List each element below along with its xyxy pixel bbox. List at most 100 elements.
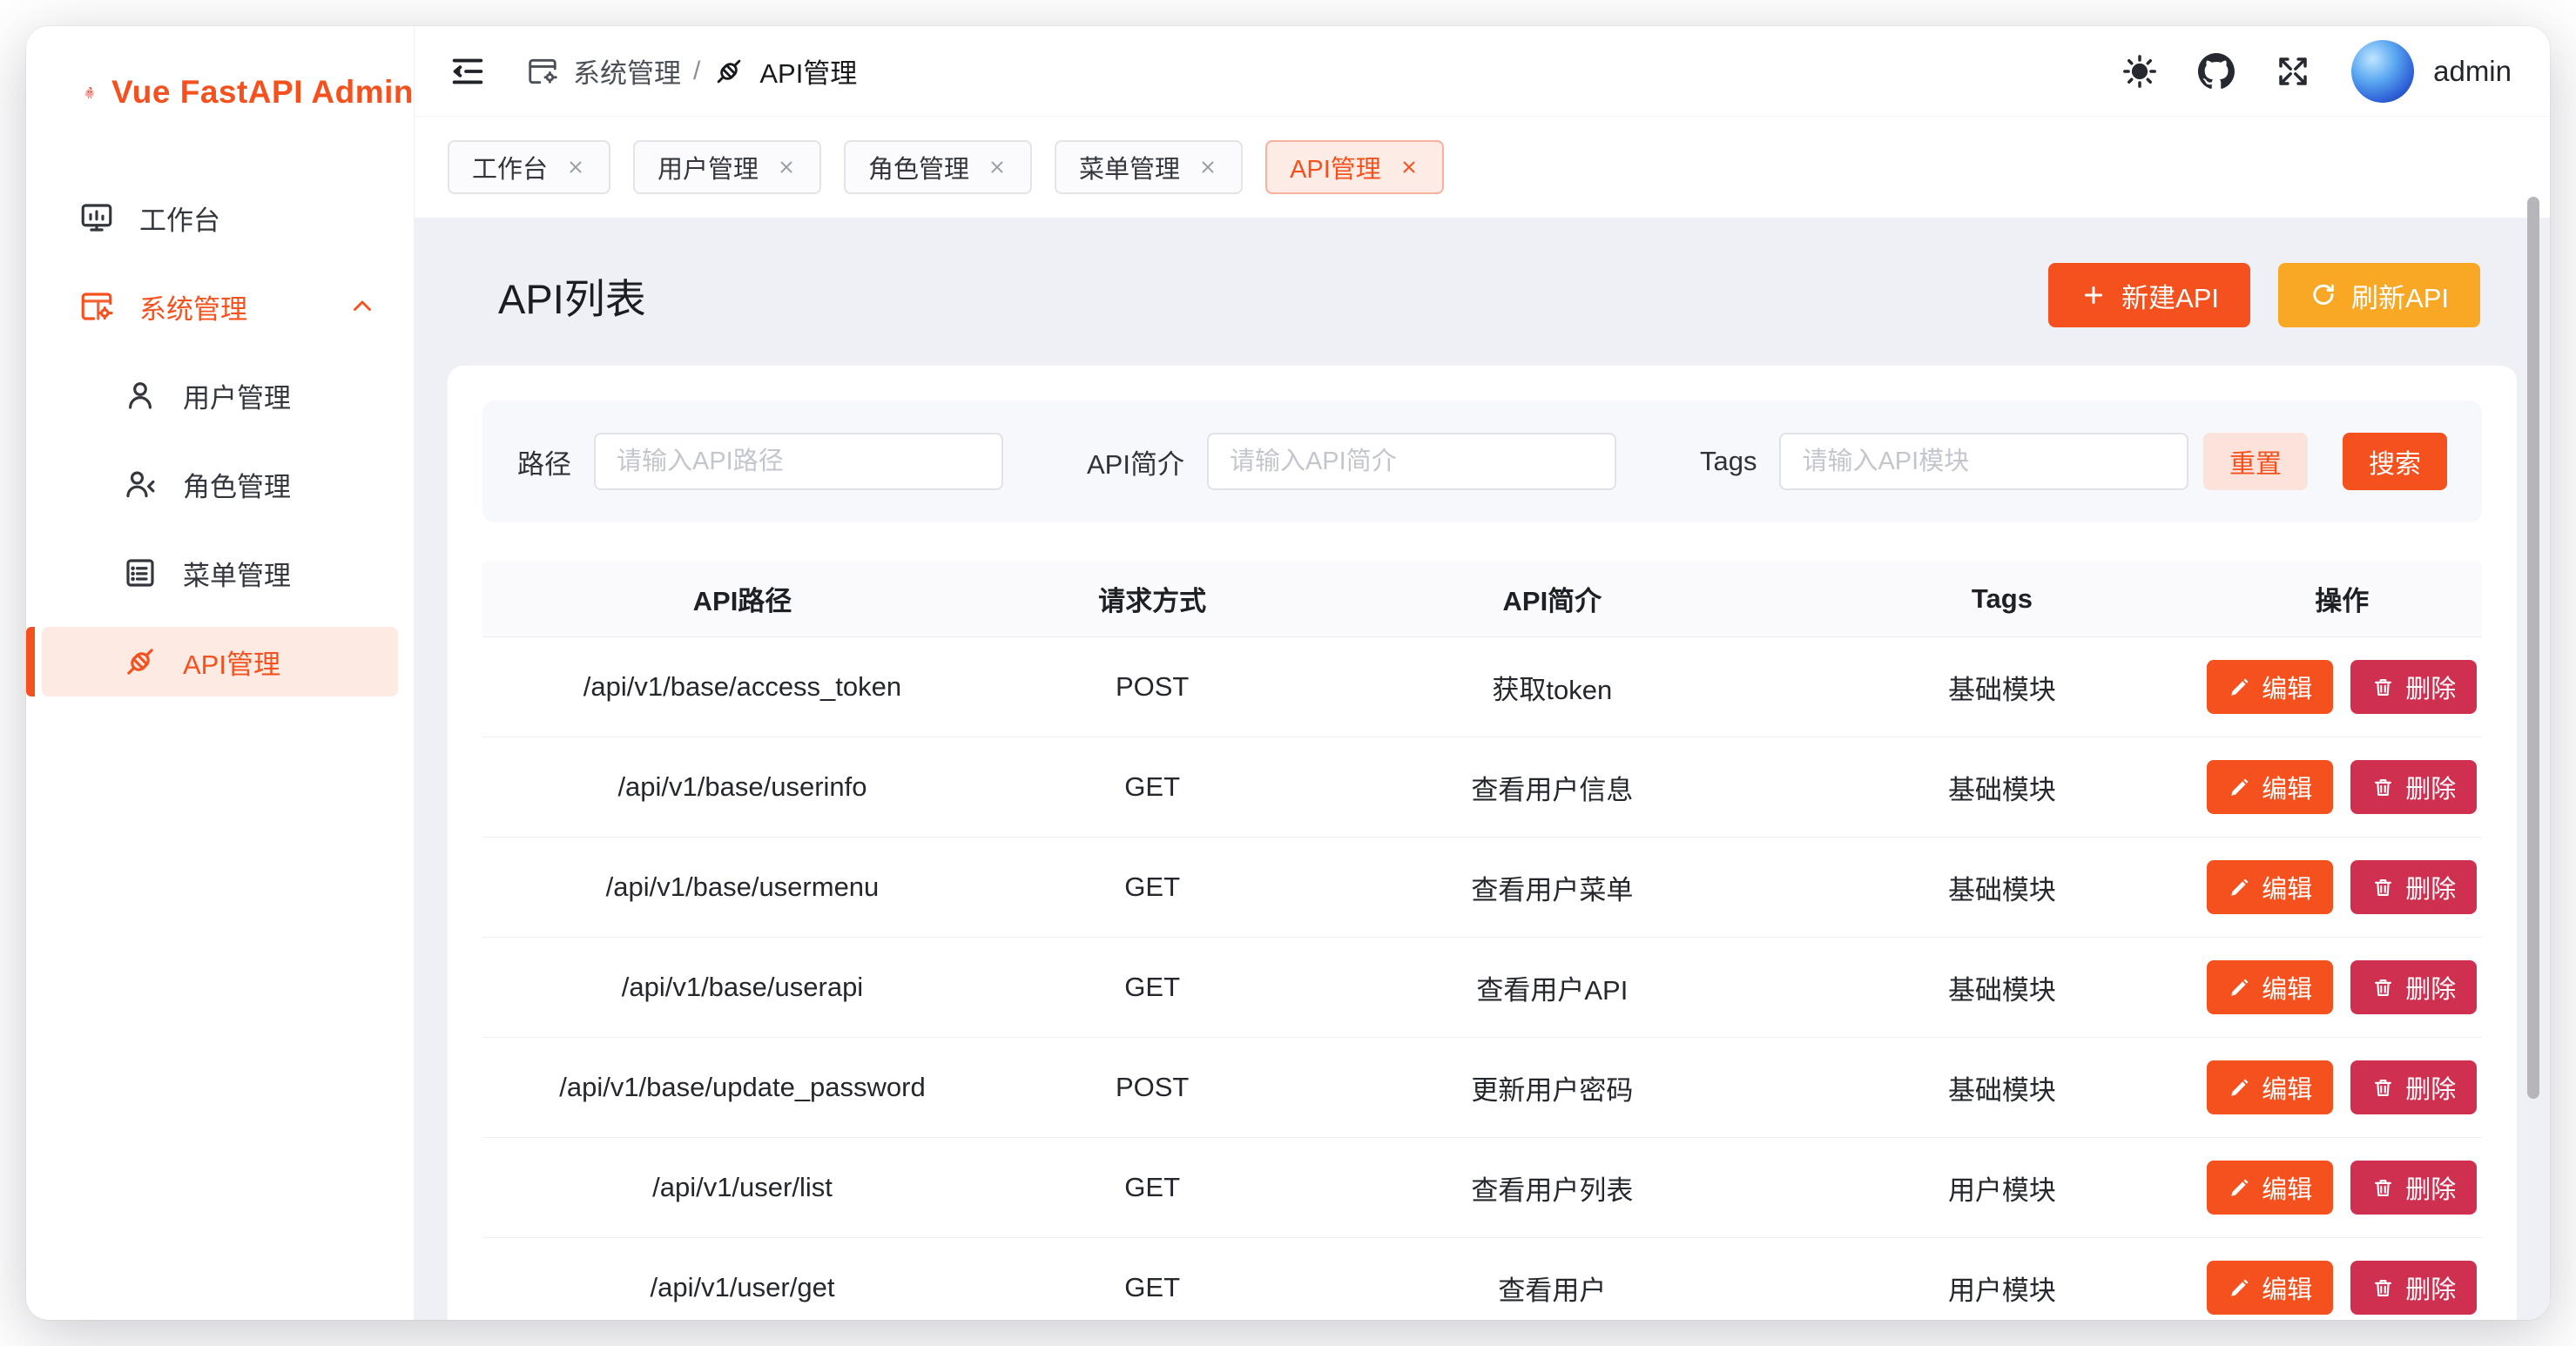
tab-workbench[interactable]: 工作台 [448, 140, 610, 194]
avatar [2351, 40, 2414, 103]
chevron-up-icon [347, 292, 377, 321]
sidebar-item-workbench[interactable]: 工作台 [42, 183, 398, 252]
trash-icon [2371, 976, 2395, 999]
collapse-sidebar-icon[interactable] [448, 51, 488, 91]
close-icon[interactable] [987, 157, 1008, 178]
col-api-path: API路径 [482, 579, 1002, 618]
sidebar-item-label: API管理 [183, 643, 280, 682]
sidebar-item-api[interactable]: API管理 [42, 627, 398, 697]
tab-label: 用户管理 [657, 149, 759, 185]
new-api-button[interactable]: 新建API [2048, 263, 2250, 327]
edit-label: 编辑 [2262, 669, 2312, 705]
table-row: /api/v1/base/usermenu GET 查看用户菜单 基础模块 编辑… [482, 838, 2482, 938]
cell-tags: 用户模块 [1802, 1168, 2202, 1208]
sidebar-item-menus[interactable]: 菜单管理 [42, 538, 398, 608]
edit-button[interactable]: 编辑 [2207, 1261, 2333, 1315]
close-icon[interactable] [1197, 157, 1218, 178]
trash-icon [2371, 876, 2395, 899]
sidebar-item-label: 角色管理 [183, 465, 291, 504]
plus-icon [2080, 281, 2107, 309]
breadcrumb-label: API管理 [759, 51, 857, 91]
edit-label: 编辑 [2262, 869, 2312, 905]
close-icon[interactable] [1399, 157, 1419, 178]
edit-button[interactable]: 编辑 [2207, 760, 2333, 814]
trash-icon [2371, 676, 2395, 699]
theme-sun-icon[interactable] [2121, 53, 2158, 90]
pencil-icon [2228, 776, 2251, 799]
filter-path: 路径 [517, 433, 1003, 490]
path-input[interactable] [594, 433, 1003, 490]
system-settings-icon [78, 288, 115, 325]
api-plug-icon [712, 55, 745, 88]
tab-roles[interactable]: 角色管理 [844, 140, 1032, 194]
sidebar-item-roles[interactable]: 角色管理 [42, 449, 398, 519]
edit-button[interactable]: 编辑 [2207, 1161, 2333, 1215]
api-table: API路径 请求方式 API简介 Tags 操作 /api/v1/base/ac… [482, 561, 2482, 1320]
cell-summary: 查看用户信息 [1302, 768, 1802, 807]
delete-button[interactable]: 删除 [2350, 760, 2477, 814]
cell-method: GET [1002, 771, 1302, 803]
cell-api-path: /api/v1/base/usermenu [482, 872, 1002, 903]
scrollbar-thumb[interactable] [2527, 197, 2539, 1099]
fullscreen-icon[interactable] [2275, 53, 2311, 90]
delete-button[interactable]: 删除 [2350, 660, 2477, 714]
edit-label: 编辑 [2262, 969, 2312, 1006]
cell-summary: 查看用户菜单 [1302, 868, 1802, 907]
summary-input[interactable] [1207, 433, 1616, 490]
table-row: /api/v1/base/userapi GET 查看用户API 基础模块 编辑… [482, 938, 2482, 1038]
user-menu[interactable]: admin [2351, 40, 2512, 103]
search-button[interactable]: 搜索 [2343, 433, 2447, 490]
cell-method: POST [1002, 671, 1302, 703]
breadcrumb-separator: / [693, 57, 700, 86]
cell-tags: 基础模块 [1802, 768, 2202, 807]
cell-summary: 查看用户 [1302, 1269, 1802, 1308]
table-header: API路径 请求方式 API简介 Tags 操作 [482, 561, 2482, 637]
edit-button[interactable]: 编辑 [2207, 1060, 2333, 1114]
tags-input[interactable] [1779, 433, 2188, 490]
sidebar-item-users[interactable]: 用户管理 [42, 360, 398, 430]
github-icon[interactable] [2198, 53, 2235, 90]
table-row: /api/v1/base/access_token POST 获取token 基… [482, 637, 2482, 737]
cell-summary: 获取token [1302, 668, 1802, 707]
delete-button[interactable]: 删除 [2350, 860, 2477, 914]
cell-method: GET [1002, 972, 1302, 1003]
filter-summary: API简介 [1087, 433, 1616, 490]
cell-tags: 用户模块 [1802, 1269, 2202, 1308]
close-icon[interactable] [776, 157, 797, 178]
col-actions: 操作 [2202, 579, 2482, 618]
tab-menus[interactable]: 菜单管理 [1055, 140, 1243, 194]
close-icon[interactable] [565, 157, 586, 178]
sidebar-item-system[interactable]: 系统管理 [42, 272, 398, 341]
edit-button[interactable]: 编辑 [2207, 860, 2333, 914]
app-logo[interactable]: Vue FastAPI Admin [26, 26, 414, 158]
delete-button[interactable]: 删除 [2350, 960, 2477, 1014]
path-label: 路径 [517, 442, 571, 481]
tab-api[interactable]: API管理 [1265, 140, 1444, 194]
edit-button[interactable]: 编辑 [2207, 660, 2333, 714]
filter-bar: 路径 API简介 Tags 重置 搜索 [482, 400, 2482, 522]
cell-summary: 更新用户密码 [1302, 1068, 1802, 1107]
reset-button[interactable]: 重置 [2203, 433, 2308, 490]
page-title: API列表 [498, 266, 646, 326]
cell-method: POST [1002, 1072, 1302, 1103]
refresh-api-button[interactable]: 刷新API [2278, 263, 2480, 327]
refresh-api-label: 刷新API [2351, 276, 2449, 315]
col-method: 请求方式 [1002, 579, 1302, 618]
edit-button[interactable]: 编辑 [2207, 960, 2333, 1014]
cell-method: GET [1002, 1172, 1302, 1203]
delete-button[interactable]: 删除 [2350, 1060, 2477, 1114]
breadcrumb-item-api[interactable]: API管理 [712, 51, 857, 91]
summary-label: API简介 [1087, 442, 1184, 481]
api-list-card: 路径 API简介 Tags 重置 搜索 [448, 366, 2517, 1320]
delete-button[interactable]: 删除 [2350, 1161, 2477, 1215]
pencil-icon [2228, 1076, 2251, 1100]
cell-tags: 基础模块 [1802, 1068, 2202, 1107]
tab-users[interactable]: 用户管理 [633, 140, 821, 194]
delete-button[interactable]: 删除 [2350, 1261, 2477, 1315]
tab-label: 菜单管理 [1079, 149, 1180, 185]
app-title: Vue FastAPI Admin [111, 74, 414, 111]
content-area: API列表 新建API 刷新API 路径 [415, 218, 2550, 1320]
cell-tags: 基础模块 [1802, 868, 2202, 907]
breadcrumb-item-system[interactable]: 系统管理 [526, 51, 681, 91]
pencil-icon [2228, 976, 2251, 999]
